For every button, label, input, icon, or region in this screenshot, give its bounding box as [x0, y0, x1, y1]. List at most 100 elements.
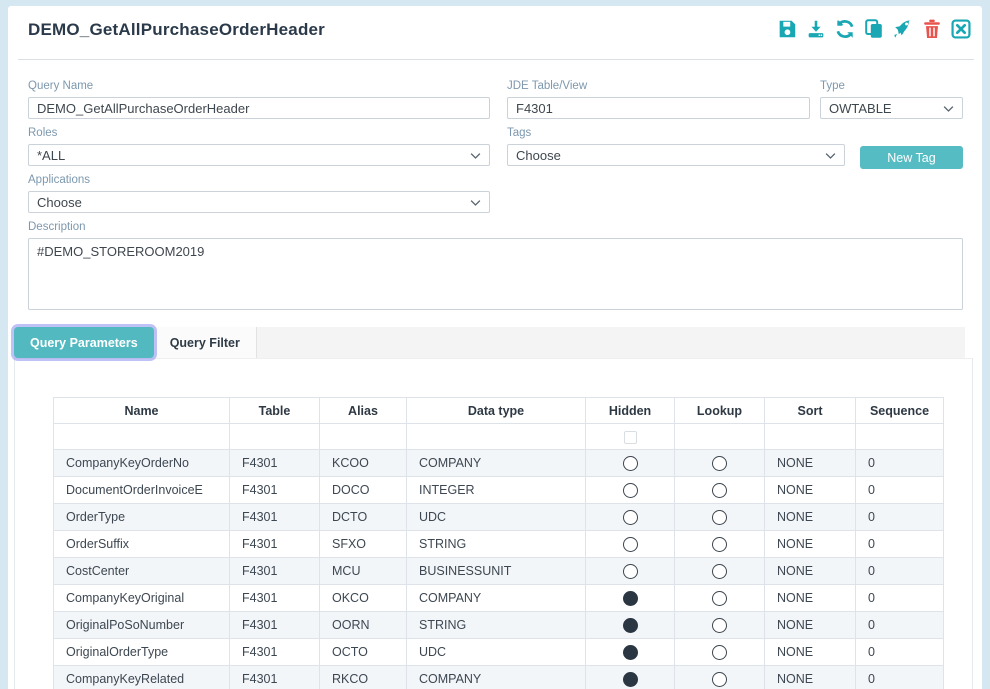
type-select[interactable]: OWTABLE — [820, 97, 963, 119]
chevron-down-icon — [468, 148, 483, 163]
rocket-icon[interactable] — [892, 18, 914, 40]
hidden-radio[interactable] — [623, 645, 638, 660]
filter-cell[interactable] — [320, 424, 407, 450]
filter-cell[interactable] — [230, 424, 320, 450]
column-header: Name — [54, 398, 230, 424]
refresh-icon[interactable] — [834, 18, 856, 40]
save-icon[interactable] — [776, 18, 798, 40]
lookup-radio-cell — [675, 531, 765, 558]
new-tag-button[interactable]: New Tag — [860, 146, 963, 169]
cell-sequence: 0 — [856, 531, 944, 558]
hidden-radio[interactable] — [623, 618, 638, 633]
roles-field-group: Roles *ALL — [28, 127, 490, 166]
chevron-down-icon — [468, 195, 483, 210]
description-label: Description — [28, 221, 963, 234]
tags-select[interactable]: Choose — [507, 144, 845, 166]
cell-name: OriginalPoSoNumber — [54, 612, 230, 639]
lookup-radio[interactable] — [712, 672, 727, 687]
cell-name: OrderSuffix — [54, 531, 230, 558]
filter-cell[interactable] — [765, 424, 856, 450]
table-row[interactable]: CompanyKeyOrderNoF4301KCOOCOMPANYNONE0 — [54, 450, 944, 477]
table-row[interactable]: OrderSuffixF4301SFXOSTRINGNONE0 — [54, 531, 944, 558]
filter-cell[interactable] — [407, 424, 586, 450]
cell-data-type: COMPANY — [407, 450, 586, 477]
hidden-radio[interactable] — [623, 537, 638, 552]
filter-row — [54, 424, 944, 450]
cell-sort: NONE — [765, 612, 856, 639]
query-name-field-group: Query Name — [28, 80, 490, 119]
lookup-radio[interactable] — [712, 456, 727, 471]
filter-cell[interactable] — [856, 424, 944, 450]
query-name-label: Query Name — [28, 80, 490, 93]
hidden-radio[interactable] — [623, 483, 638, 498]
filter-cell[interactable] — [586, 424, 675, 450]
lookup-radio-cell — [675, 585, 765, 612]
cell-sequence: 0 — [856, 504, 944, 531]
type-field-group: Type OWTABLE — [820, 80, 963, 119]
copy-icon[interactable] — [863, 18, 885, 40]
column-header: Hidden — [586, 398, 675, 424]
download-icon[interactable] — [805, 18, 827, 40]
tab-query-parameters[interactable]: Query Parameters — [14, 327, 154, 358]
table-row[interactable]: CompanyKeyRelatedF4301RKCOCOMPANYNONE0 — [54, 666, 944, 689]
hidden-radio[interactable] — [623, 510, 638, 525]
page-title: DEMO_GetAllPurchaseOrderHeader — [28, 20, 325, 40]
hidden-filter-checkbox[interactable] — [624, 431, 637, 444]
description-textarea[interactable]: #DEMO_STOREROOM2019 — [28, 238, 963, 310]
tab-query-filter[interactable]: Query Filter — [154, 327, 257, 358]
table-row[interactable]: OriginalPoSoNumberF4301OORNSTRINGNONE0 — [54, 612, 944, 639]
cell-data-type: STRING — [407, 612, 586, 639]
lookup-radio-cell — [675, 612, 765, 639]
hidden-radio-cell — [586, 585, 675, 612]
hidden-radio[interactable] — [623, 564, 638, 579]
type-select-value: OWTABLE — [829, 101, 892, 116]
cell-alias: DOCO — [320, 477, 407, 504]
jde-table-field-group: JDE Table/View — [507, 80, 810, 119]
cell-data-type: STRING — [407, 531, 586, 558]
delete-icon[interactable] — [921, 18, 943, 40]
lookup-radio-cell — [675, 504, 765, 531]
query-name-input[interactable] — [28, 97, 490, 119]
filter-cell[interactable] — [54, 424, 230, 450]
lookup-radio[interactable] — [712, 564, 727, 579]
hidden-radio[interactable] — [623, 456, 638, 471]
roles-select[interactable]: *ALL — [28, 144, 490, 166]
params-table-header-row: NameTableAliasData typeHiddenLookupSortS… — [54, 398, 944, 424]
table-row[interactable]: OrderTypeF4301DCTOUDCNONE0 — [54, 504, 944, 531]
cell-data-type: COMPANY — [407, 585, 586, 612]
cell-data-type: BUSINESSUNIT — [407, 558, 586, 585]
cell-alias: OKCO — [320, 585, 407, 612]
lookup-radio[interactable] — [712, 537, 727, 552]
cell-name: CompanyKeyRelated — [54, 666, 230, 689]
hidden-radio[interactable] — [623, 591, 638, 606]
cell-name: CompanyKeyOriginal — [54, 585, 230, 612]
table-row[interactable]: OriginalOrderTypeF4301OCTOUDCNONE0 — [54, 639, 944, 666]
cell-table: F4301 — [230, 666, 320, 689]
query-editor-card: DEMO_GetAllPurchaseOrderHeader — [8, 6, 982, 689]
jde-table-input[interactable] — [507, 97, 810, 119]
cell-table: F4301 — [230, 585, 320, 612]
cell-alias: OCTO — [320, 639, 407, 666]
hidden-radio-cell — [586, 504, 675, 531]
lookup-radio[interactable] — [712, 510, 727, 525]
lookup-radio[interactable] — [712, 645, 727, 660]
table-row[interactable]: CompanyKeyOriginalF4301OKCOCOMPANYNONE0 — [54, 585, 944, 612]
description-field-group: Description #DEMO_STOREROOM2019 — [28, 221, 963, 315]
hidden-radio-cell — [586, 531, 675, 558]
table-row[interactable]: DocumentOrderInvoiceEF4301DOCOINTEGERNON… — [54, 477, 944, 504]
lookup-radio[interactable] — [712, 618, 727, 633]
lookup-radio[interactable] — [712, 591, 727, 606]
hidden-radio[interactable] — [623, 672, 638, 687]
cell-table: F4301 — [230, 612, 320, 639]
applications-select[interactable]: Choose — [28, 191, 490, 213]
chevron-down-icon — [823, 148, 838, 163]
column-header: Sequence — [856, 398, 944, 424]
jde-table-label: JDE Table/View — [507, 80, 810, 93]
close-icon[interactable] — [950, 18, 972, 40]
table-row[interactable]: CostCenterF4301MCUBUSINESSUNITNONE0 — [54, 558, 944, 585]
cell-sequence: 0 — [856, 612, 944, 639]
cell-sort: NONE — [765, 666, 856, 689]
cell-alias: DCTO — [320, 504, 407, 531]
lookup-radio[interactable] — [712, 483, 727, 498]
filter-cell[interactable] — [675, 424, 765, 450]
